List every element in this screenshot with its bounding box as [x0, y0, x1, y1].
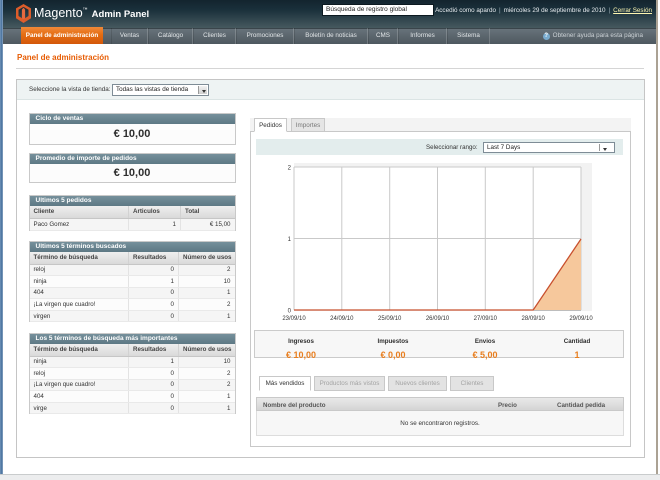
svg-text:26/09/10: 26/09/10 — [426, 316, 450, 322]
svg-text:24/09/10: 24/09/10 — [330, 316, 354, 322]
svg-text:25/09/10: 25/09/10 — [378, 316, 402, 322]
svg-text:0: 0 — [288, 309, 292, 315]
svg-text:27/09/10: 27/09/10 — [474, 316, 498, 322]
svg-text:1: 1 — [288, 237, 292, 243]
svg-text:2: 2 — [288, 166, 292, 172]
svg-text:23/09/10: 23/09/10 — [282, 316, 306, 322]
svg-text:28/09/10: 28/09/10 — [522, 316, 546, 322]
svg-text:29/09/10: 29/09/10 — [569, 316, 593, 322]
